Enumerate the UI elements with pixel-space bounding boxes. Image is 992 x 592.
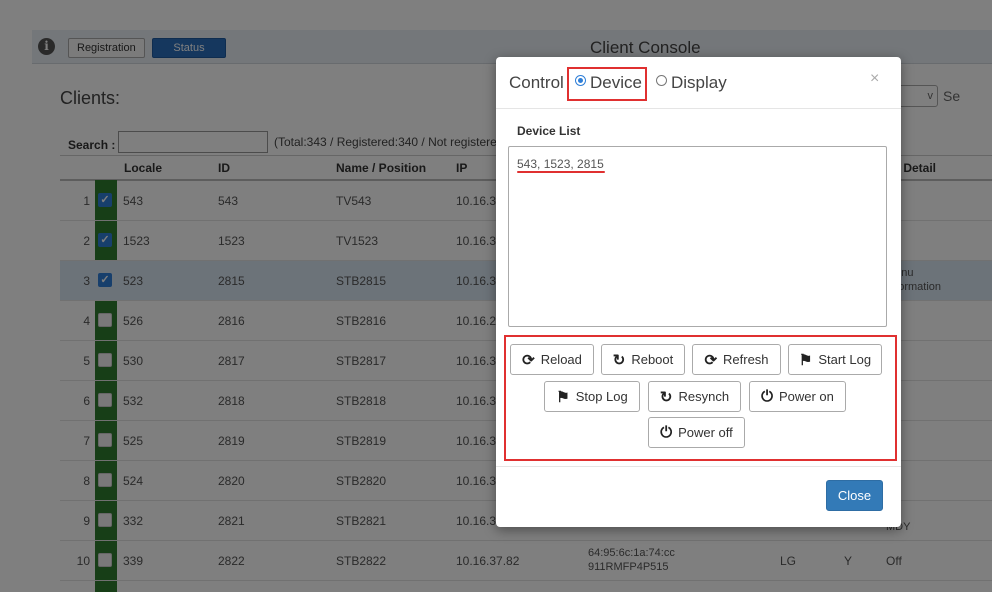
reboot-icon: ↻ — [612, 351, 626, 369]
reload-label: Reload — [540, 352, 582, 367]
modal-header: Control Device Display × — [496, 57, 901, 109]
tab-display-label: Display — [671, 73, 727, 92]
start-log-label: Start Log — [818, 352, 872, 367]
refresh-button[interactable]: ⟳ Refresh — [692, 344, 781, 375]
refresh-label: Refresh — [723, 352, 769, 367]
resynch-button[interactable]: ↻ Resynch — [648, 381, 741, 412]
flag-stop-icon: ⚑ — [556, 388, 570, 406]
power-off-button[interactable]: ⏻ Power off — [648, 417, 745, 448]
refresh-icon: ⟳ — [704, 351, 718, 369]
power-on-label: Power on — [778, 389, 834, 404]
reload-icon: ⟳ — [522, 351, 535, 369]
resynch-icon: ↻ — [659, 388, 673, 406]
device-list-underline — [517, 171, 605, 173]
flag-play-icon: ⚑ — [798, 351, 813, 369]
reload-button[interactable]: ⟳ Reload — [510, 344, 594, 375]
device-list-value: 543, 1523, 2815 — [517, 157, 604, 171]
stop-log-button[interactable]: ⚑ Stop Log — [544, 381, 640, 412]
device-tab-highlight — [567, 67, 647, 101]
close-icon[interactable]: × — [870, 70, 879, 88]
power-icon: ⏻ — [761, 388, 773, 405]
reboot-label: Reboot — [631, 352, 674, 367]
start-log-button[interactable]: ⚑ Start Log — [788, 344, 882, 375]
display-radio-icon[interactable] — [656, 75, 667, 86]
modal-footer-divider — [496, 466, 901, 467]
reboot-button[interactable]: ↻ Reboot — [601, 344, 685, 375]
power-icon: ⏻ — [660, 424, 673, 441]
device-list-label: Device List — [517, 124, 581, 138]
power-on-button[interactable]: ⏻ Power on — [749, 381, 846, 412]
client-console-modal: Control Device Display × Device List 543… — [496, 57, 901, 527]
stop-log-label: Stop Log — [575, 389, 628, 404]
tab-display[interactable]: Display — [656, 73, 727, 93]
device-list-textarea[interactable] — [508, 146, 887, 327]
power-off-label: Power off — [678, 425, 733, 440]
close-button[interactable]: Close — [826, 480, 883, 511]
resynch-label: Resynch — [678, 389, 730, 404]
tab-control[interactable]: Control — [509, 73, 564, 93]
